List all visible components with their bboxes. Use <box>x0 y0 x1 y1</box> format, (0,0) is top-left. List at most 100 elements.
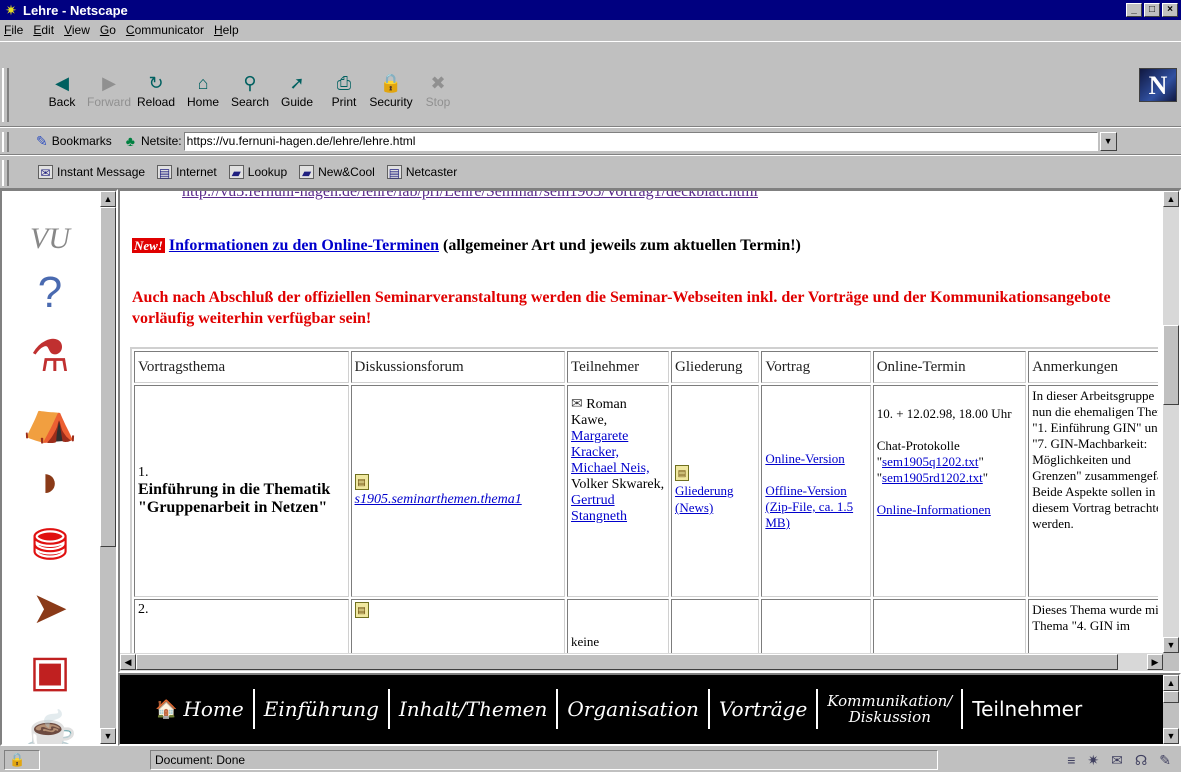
page-proxy-icon[interactable]: ♣ <box>126 133 135 149</box>
nav-frame-scrollbar[interactable]: ▲ ▼ <box>1163 675 1179 744</box>
mail-inbox-icon[interactable]: ✉ <box>1111 752 1123 769</box>
reload-icon: ↻ <box>148 73 164 93</box>
minimize-button[interactable]: _ <box>1126 3 1142 17</box>
composer-icon[interactable]: ✎ <box>1159 752 1171 769</box>
market-stall-icon[interactable]: ⛺ <box>18 390 82 448</box>
menu-view[interactable]: View <box>64 23 90 37</box>
scroll-right-button[interactable]: ▶ <box>1147 654 1163 670</box>
print-button[interactable]: ⎙ Print <box>322 72 366 109</box>
scroll-down-button[interactable]: ▼ <box>1163 728 1179 744</box>
scroll-up-button[interactable]: ▲ <box>1163 675 1179 691</box>
online-dates-suffix: (allgemeiner Art und jeweils zum aktuell… <box>438 237 801 254</box>
search-button[interactable]: ⚲ Search <box>228 72 272 109</box>
nav-teilnehmer-link[interactable]: Teilnehmer <box>963 689 1091 729</box>
personal-grip[interactable] <box>2 160 9 186</box>
instant-message-button[interactable]: ✉ Instant Message <box>38 165 145 180</box>
participant-link[interactable]: Michael Neis, <box>571 461 650 476</box>
nav-home-link[interactable]: 🏠 Home <box>146 689 255 729</box>
print-icon: ⎙ <box>336 73 352 93</box>
online-dates-link[interactable]: Informationen zu den Online-Terminen <box>169 237 439 254</box>
maximize-button[interactable]: □ <box>1144 3 1160 17</box>
partial-link[interactable]: http://vu3.fernuni-hagen.de/lehre/lab/pr… <box>182 191 758 201</box>
trash-bin-icon[interactable]: ⛃ <box>18 516 82 574</box>
url-field[interactable]: https://vu.fernuni-hagen.de/lehre/lehre.… <box>183 131 1098 151</box>
navigator-icon[interactable]: ✷ <box>1087 752 1099 769</box>
toolbar-grip[interactable] <box>2 68 9 122</box>
location-grip[interactable] <box>2 132 9 152</box>
arrow-sign-icon[interactable]: ➤ <box>18 579 82 637</box>
netscape-app-icon[interactable]: ✷ <box>3 2 19 18</box>
menu-go[interactable]: Go <box>100 23 116 37</box>
scroll-left-button[interactable]: ◀ <box>120 654 136 670</box>
nav-vortraege-link[interactable]: Vorträge <box>710 689 819 729</box>
discussion-icon[interactable]: ☊ <box>1135 752 1147 769</box>
mail-icon[interactable]: ✉ <box>571 397 583 412</box>
scroll-thumb[interactable] <box>1163 691 1179 703</box>
home-button[interactable]: ⌂ Home <box>181 72 225 109</box>
chat-log-link[interactable]: sem1905q1202.txt <box>882 454 978 469</box>
url-dropdown-button[interactable]: ▼ <box>1099 131 1117 151</box>
forward-button[interactable]: ▶ Forward <box>87 72 131 109</box>
security-lock-icon[interactable]: 🔒 <box>4 750 40 770</box>
scroll-down-button[interactable]: ▼ <box>100 728 116 744</box>
bookmarks-icon: ✎ <box>36 132 48 149</box>
nav-kommunikation-link[interactable]: Kommunikation/ Diskussion <box>818 689 964 729</box>
search-icon: ⚲ <box>243 73 257 93</box>
participant-link[interactable]: Margarete Kracker, <box>571 429 628 460</box>
topic-cell: 2. <box>134 599 349 653</box>
lecture-hall-icon[interactable]: ◗ <box>18 453 82 511</box>
stop-button[interactable]: ✖ Stop <box>416 72 460 109</box>
remarks-cell: In dieser Arbeitsgruppe sind nun die ehe… <box>1028 385 1158 597</box>
scroll-down-button[interactable]: ▼ <box>1163 637 1179 653</box>
nav-inhalt-themen-link[interactable]: Inhalt/Themen <box>390 689 559 729</box>
main-horizontal-scrollbar[interactable]: ◀ ▶ <box>120 653 1163 671</box>
netcaster-button[interactable]: ▤ Netcaster <box>386 165 457 180</box>
participant-link[interactable]: Gertrud Stangneth <box>571 493 627 524</box>
scroll-thumb[interactable] <box>100 207 116 547</box>
left-frame-scrollbar[interactable]: ▲ ▼ <box>100 191 116 744</box>
chat-log-link[interactable]: sem1905rd1202.txt <box>882 470 983 485</box>
component-bar-grip-icon[interactable]: ≡ <box>1067 752 1075 768</box>
topic-title: Einführung in die Thematik "Gruppenarbei… <box>138 481 331 516</box>
online-info-link[interactable]: Online-Informationen <box>877 502 991 517</box>
newsgroup-icon[interactable]: ▤ <box>354 602 369 618</box>
newcool-button[interactable]: ▰ New&Cool <box>299 165 375 180</box>
lookup-button[interactable]: ▰ Lookup <box>228 165 287 180</box>
menu-bar: File Edit View Go Communicator Help <box>0 20 1181 40</box>
close-button[interactable]: × <box>1162 3 1178 17</box>
netscape-logo[interactable]: N <box>1139 68 1177 102</box>
scroll-up-button[interactable]: ▲ <box>100 191 116 207</box>
offline-version-link[interactable]: Offline-Version (Zip-File, ca. 1.5 MB) <box>765 483 853 530</box>
mailbox-icon[interactable]: ▣ <box>18 642 82 700</box>
newsgroup-icon[interactable]: ▤ <box>354 474 369 490</box>
internet-button[interactable]: ▤ Internet <box>157 165 217 180</box>
question-mark-icon[interactable]: ? <box>18 264 82 322</box>
reload-button[interactable]: ↻ Reload <box>134 72 178 109</box>
menu-communicator[interactable]: Communicator <box>126 23 204 37</box>
outline-link[interactable]: Gliederung (News) <box>675 483 733 515</box>
online-version-link[interactable]: Online-Version <box>765 451 844 466</box>
coffee-cup-icon[interactable]: ☕ <box>18 705 82 744</box>
scroll-up-button[interactable]: ▲ <box>1163 191 1179 207</box>
security-button[interactable]: 🔒 Security <box>369 72 413 109</box>
guide-button[interactable]: ➚ Guide <box>275 72 319 109</box>
navigation-toolbar: ◀ Back ▶ Forward ↻ Reload ⌂ Home ⚲ Search ➚ Guide ⎙ P… <box>0 41 1181 127</box>
vu-logo-icon[interactable]: VU <box>18 219 82 259</box>
menu-edit[interactable]: Edit <box>33 23 54 37</box>
nav-einfuehrung-link[interactable]: Einführung <box>255 689 390 729</box>
instant-message-icon: ✉ <box>38 165 53 180</box>
forum-link[interactable]: s1905.seminarthemen.thema1 <box>355 492 522 507</box>
main-vertical-scrollbar[interactable]: ▲ ▼ <box>1163 191 1179 653</box>
bookmarks-button[interactable]: ✎ Bookmarks <box>36 133 112 150</box>
scroll-thumb[interactable] <box>136 654 1118 670</box>
lab-flasks-icon[interactable]: ⚗ <box>18 327 82 385</box>
netsite-label: Netsite: <box>140 134 182 148</box>
back-button[interactable]: ◀ Back <box>40 72 84 109</box>
availability-notice: Auch nach Abschluß der offiziellen Semin… <box>132 289 1111 327</box>
menu-help[interactable]: Help <box>214 23 239 37</box>
document-icon[interactable]: ▤ <box>675 465 690 481</box>
nav-organisation-link[interactable]: Organisation <box>558 689 710 729</box>
menu-file[interactable]: File <box>4 23 23 37</box>
scroll-thumb[interactable] <box>1163 325 1179 405</box>
window-title: Lehre - Netscape <box>23 2 128 18</box>
